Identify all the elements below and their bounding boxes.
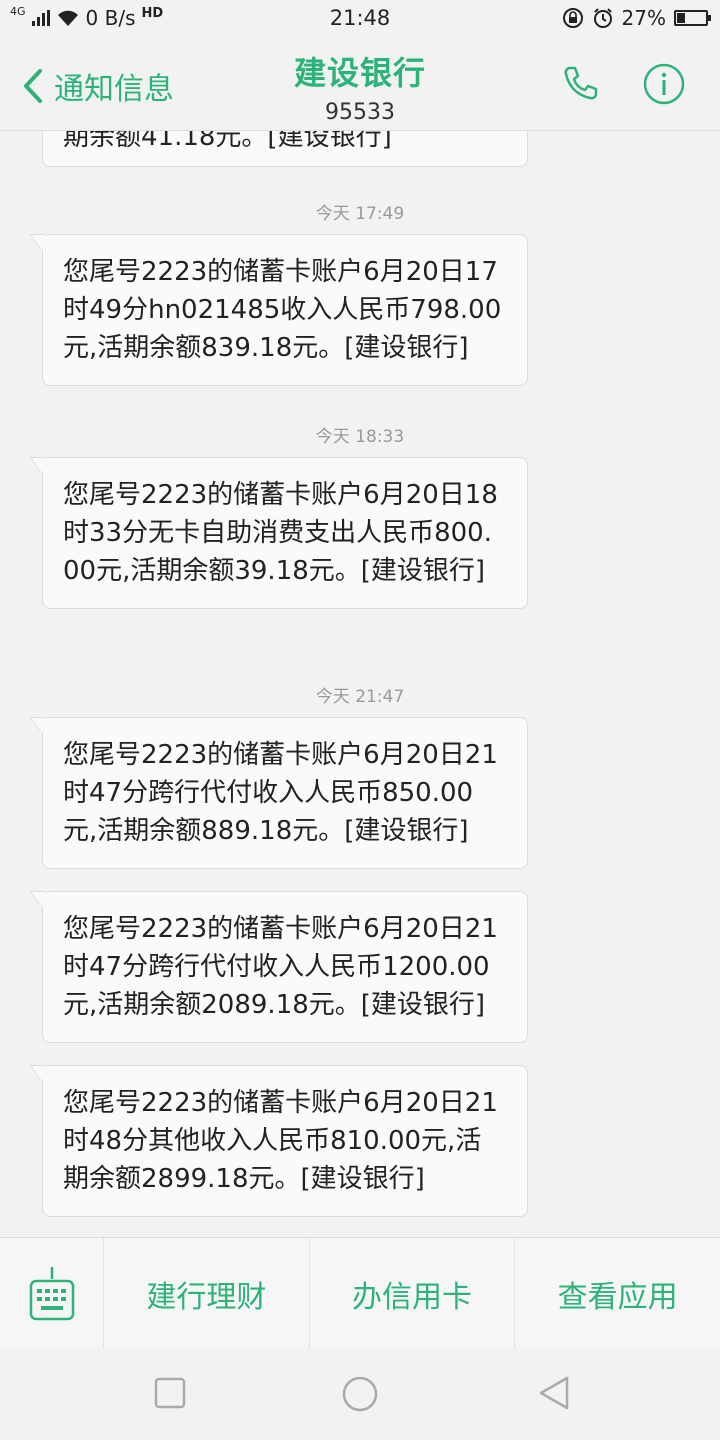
rotation-lock-icon bbox=[562, 8, 583, 28]
message-text: 您尾号2223的储蓄卡账户6月20日21时47分跨行代付收入人民币850.00元… bbox=[63, 740, 498, 846]
phone-icon bbox=[564, 66, 598, 100]
menu-credit-card[interactable]: 办信用卡 bbox=[310, 1238, 516, 1350]
info-button[interactable] bbox=[640, 60, 688, 108]
alarm-icon bbox=[593, 8, 612, 28]
home-icon[interactable] bbox=[341, 1375, 379, 1413]
keyboard-toggle-button[interactable] bbox=[0, 1238, 104, 1350]
message-text: 您尾号2223的储蓄卡账户6月20日17时49分hn021485收入人民币798… bbox=[63, 257, 502, 363]
message-text: 期余额41.18元。[建设银行] bbox=[63, 131, 392, 152]
battery-icon bbox=[674, 10, 711, 26]
message-timestamp: 今天 17:49 bbox=[315, 204, 405, 224]
battery-percent: 27% bbox=[621, 6, 666, 30]
message-text: 您尾号2223的储蓄卡账户6月20日18时33分无卡自助消费支出人民币800.0… bbox=[63, 480, 498, 586]
message-bubble[interactable]: 您尾号2223的储蓄卡账户6月20日18时33分无卡自助消费支出人民币800.0… bbox=[42, 457, 528, 609]
contact-number: 95533 bbox=[325, 100, 395, 125]
message-text: 您尾号2223的储蓄卡账户6月20日21时47分跨行代付收入人民币1200.00… bbox=[63, 914, 498, 1020]
menu-view-apps[interactable]: 查看应用 bbox=[515, 1238, 720, 1350]
contact-name: 建设银行 bbox=[293, 54, 426, 92]
system-nav-bar bbox=[0, 1349, 720, 1440]
message-bubble[interactable]: 您尾号2223的储蓄卡账户6月20日21时47分跨行代付收入人民币1200.00… bbox=[42, 891, 528, 1043]
status-bar: 4G 0 B/s HD 21:48 27% bbox=[0, 0, 720, 38]
contact-info: 建设银行 95533 bbox=[0, 48, 720, 125]
message-timestamp: 今天 21:47 bbox=[315, 687, 405, 707]
message-bubble-partial[interactable]: 期余额41.18元。[建设银行] bbox=[42, 131, 528, 167]
service-menu: 建行理财 办信用卡 查看应用 bbox=[0, 1237, 720, 1350]
message-list[interactable]: 期余额41.18元。[建设银行] 今天 17:49 您尾号2223的储蓄卡账户6… bbox=[0, 131, 720, 1237]
status-right: 27% bbox=[562, 6, 711, 30]
back-nav-icon[interactable] bbox=[537, 1375, 571, 1411]
message-bubble[interactable]: 您尾号2223的储蓄卡账户6月20日17时49分hn021485收入人民币798… bbox=[42, 234, 528, 386]
message-bubble[interactable]: 您尾号2223的储蓄卡账户6月20日21时47分跨行代付收入人民币850.00元… bbox=[42, 717, 528, 869]
conversation-header: 通知信息 建设银行 95533 bbox=[0, 38, 720, 131]
recent-apps-icon[interactable] bbox=[154, 1375, 186, 1409]
menu-wealth-management[interactable]: 建行理财 bbox=[104, 1238, 310, 1350]
message-bubble[interactable]: 您尾号2223的储蓄卡账户6月20日21时48分其他收入人民币810.00元,活… bbox=[42, 1065, 528, 1217]
info-icon bbox=[643, 63, 685, 105]
message-text: 您尾号2223的储蓄卡账户6月20日21时48分其他收入人民币810.00元,活… bbox=[63, 1088, 498, 1194]
call-button[interactable] bbox=[556, 60, 604, 108]
keyboard-icon bbox=[29, 1267, 74, 1321]
message-timestamp: 今天 18:33 bbox=[315, 427, 405, 447]
